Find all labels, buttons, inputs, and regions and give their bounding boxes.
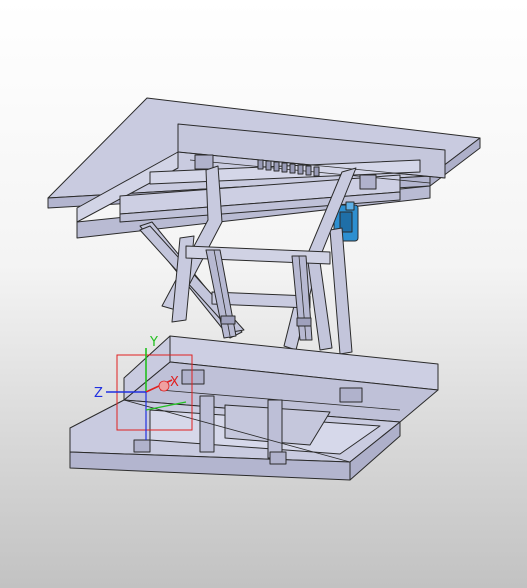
scissor-lift-model[interactable]: Y Z X — [0, 0, 527, 588]
z-axis-label: Z — [94, 386, 103, 401]
cad-3d-viewport[interactable]: Y Z X — [0, 0, 527, 588]
x-axis-label: X — [170, 375, 179, 390]
y-axis-label: Y — [149, 335, 158, 350]
top-platform[interactable] — [47, 97, 481, 239]
base-frame[interactable] — [69, 335, 439, 481]
